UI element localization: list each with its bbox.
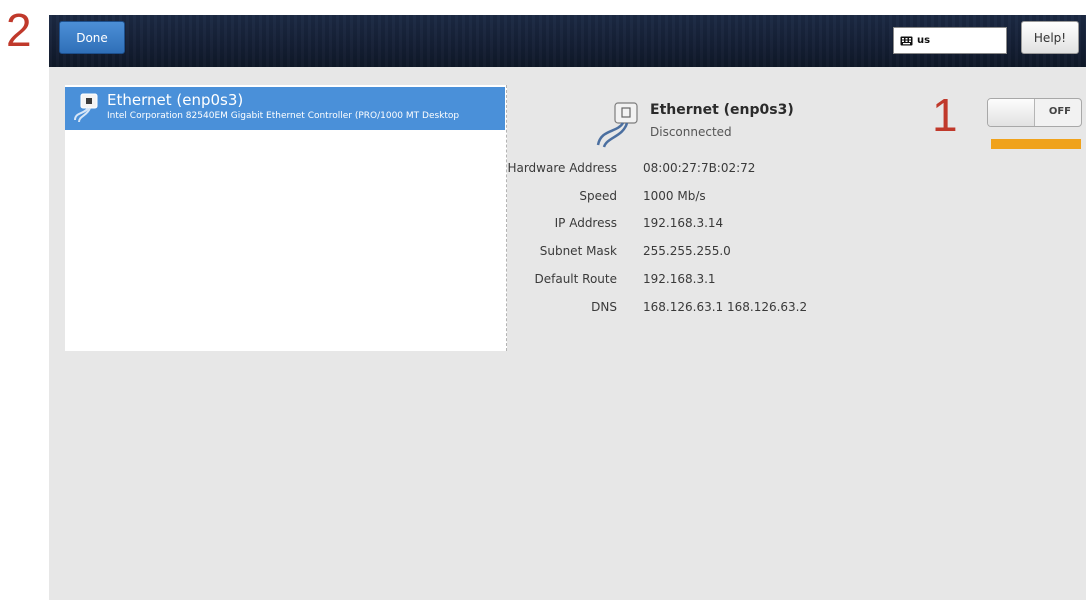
toggle-knob — [988, 99, 1035, 126]
ethernet-icon — [595, 101, 641, 153]
property-row-default-route: Default Route 192.168.3.1 — [523, 272, 943, 290]
toggle-state-label: OFF — [1048, 106, 1071, 117]
help-button[interactable]: Help! — [1021, 21, 1079, 54]
device-list: Ethernet (enp0s3) Intel Corporation 8254… — [65, 85, 507, 351]
property-row-speed: Speed 1000 Mb/s — [523, 189, 943, 207]
property-row-hardware-address: Hardware Address 08:00:27:7B:02:72 — [507, 161, 943, 179]
hardware-address-label: Hardware Address — [507, 161, 617, 175]
subnet-mask-value: 255.255.255.0 — [643, 244, 731, 258]
dns-value: 168.126.63.1 168.126.63.2 — [643, 300, 808, 314]
keyboard-layout-indicator[interactable]: us — [893, 27, 1007, 54]
hardware-address-value: 08:00:27:7B:02:72 — [643, 161, 756, 175]
keyboard-layout-label: us — [917, 35, 931, 46]
device-name: Ethernet (enp0s3) — [107, 91, 244, 109]
connection-toggle-switch[interactable]: OFF — [987, 98, 1082, 127]
device-list-item-enp0s3[interactable]: Ethernet (enp0s3) Intel Corporation 8254… — [65, 87, 505, 130]
subnet-mask-label: Subnet Mask — [539, 244, 617, 258]
device-detail-name: Ethernet (enp0s3) — [650, 102, 794, 118]
keyboard-icon — [900, 31, 913, 50]
device-description: Intel Corporation 82540EM Gigabit Ethern… — [107, 111, 460, 121]
default-route-label: Default Route — [534, 272, 618, 286]
top-bar: Done us Help! — [49, 15, 1086, 67]
connection-status: Disconnected — [650, 125, 732, 139]
ethernet-icon — [73, 92, 101, 128]
network-config-panel: Ethernet (enp0s3) Intel Corporation 8254… — [49, 67, 1086, 600]
speed-label: Speed — [579, 189, 617, 203]
property-row-dns: DNS 168.126.63.1 168.126.63.2 — [523, 300, 943, 318]
annotation-step-2: 2 — [6, 4, 32, 56]
dns-label: DNS — [591, 300, 617, 314]
property-row-ip-address: IP Address 192.168.3.14 — [523, 216, 943, 234]
speed-value: 1000 Mb/s — [643, 189, 706, 203]
done-button[interactable]: Done — [59, 21, 125, 54]
default-route-value: 192.168.3.1 — [643, 272, 716, 286]
ip-address-value: 192.168.3.14 — [643, 216, 724, 230]
property-row-subnet-mask: Subnet Mask 255.255.255.0 — [523, 244, 943, 262]
annotation-highlight-bar — [991, 139, 1081, 149]
ip-address-label: IP Address — [554, 216, 617, 230]
annotation-step-1: 1 — [932, 89, 958, 141]
